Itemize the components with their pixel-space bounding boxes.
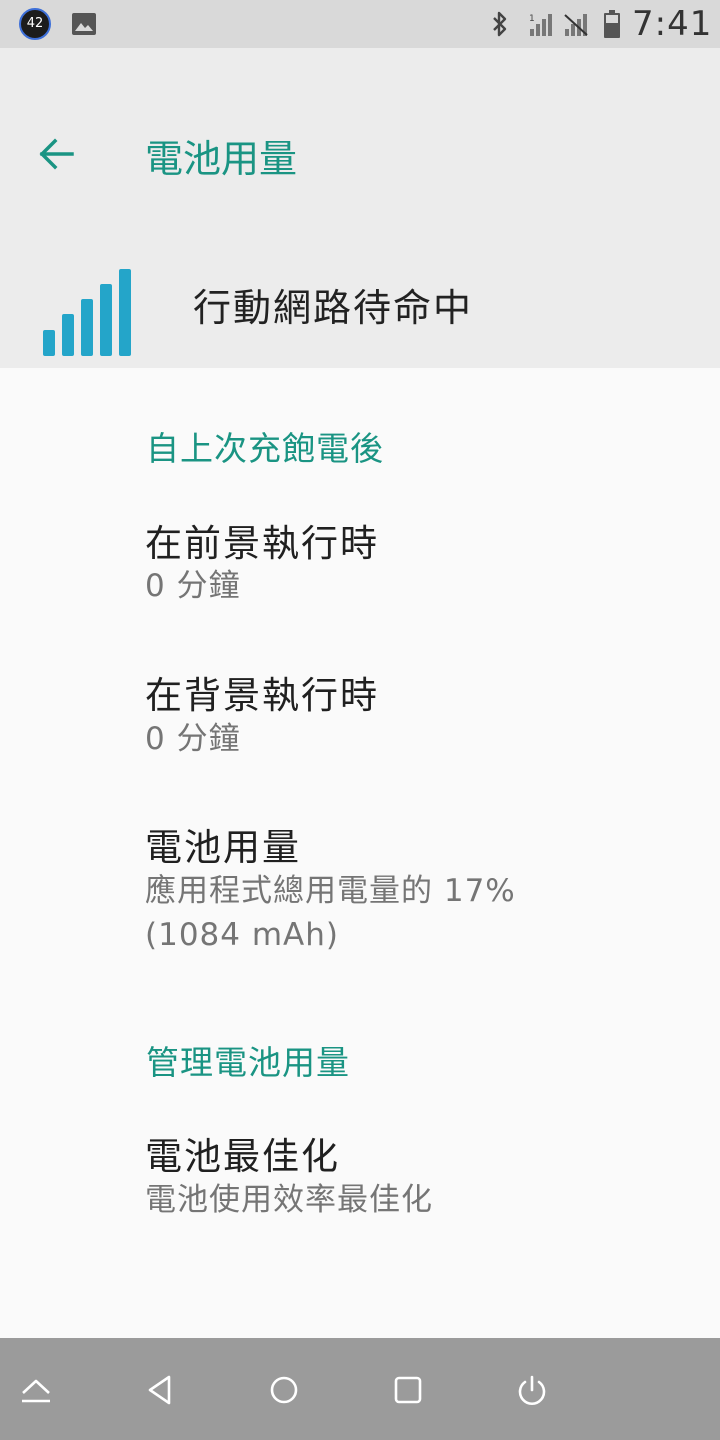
battery-optimization-title: 電池最佳化	[145, 1135, 340, 1178]
background-time-value: 0 分鐘	[145, 721, 241, 757]
battery-usage-percent: 應用程式總用電量的 17%	[145, 873, 516, 909]
battery-icon	[604, 10, 620, 38]
back-icon[interactable]	[138, 1368, 182, 1412]
cell-signal-icon	[43, 269, 131, 356]
battery-usage-title: 電池用量	[145, 826, 301, 869]
collapse-icon[interactable]	[14, 1368, 58, 1412]
battery-optimization-summary: 電池使用效率最佳化	[145, 1182, 433, 1218]
foreground-time-title: 在前景執行時	[145, 522, 379, 565]
home-icon[interactable]	[262, 1368, 306, 1412]
image-icon	[72, 13, 96, 35]
section-header-manage: 管理電池用量	[146, 1043, 350, 1082]
battery-usage-mah: (1084 mAh)	[145, 917, 339, 953]
recents-icon[interactable]	[386, 1368, 430, 1412]
signal-no-data-icon	[564, 14, 588, 36]
bluetooth-icon	[493, 11, 507, 37]
foreground-time-value: 0 分鐘	[145, 568, 241, 604]
battery-optimization-item[interactable]: 電池最佳化 電池使用效率最佳化	[0, 1100, 720, 1240]
back-arrow-icon[interactable]	[36, 134, 76, 174]
notification-badge: 42	[19, 8, 51, 40]
entity-title: 行動網路待命中	[193, 286, 474, 330]
app-header: 電池用量 行動網路待命中	[0, 48, 720, 368]
status-time: 7:41	[632, 4, 713, 44]
background-time-title: 在背景執行時	[145, 674, 379, 717]
navigation-bar	[0, 1338, 720, 1440]
svg-text:1: 1	[529, 14, 535, 24]
page-title: 電池用量	[145, 137, 298, 181]
section-header-since-charge: 自上次充飽電後	[146, 429, 384, 468]
battery-usage-screen: 42 1 7:41 電池用量 行動網路待命中 自上次充飽電後 在前景執行時 0 …	[0, 0, 720, 1440]
signal-icon: 1	[529, 14, 552, 36]
power-icon[interactable]	[510, 1368, 554, 1412]
status-bar: 42 1 7:41	[0, 0, 720, 48]
